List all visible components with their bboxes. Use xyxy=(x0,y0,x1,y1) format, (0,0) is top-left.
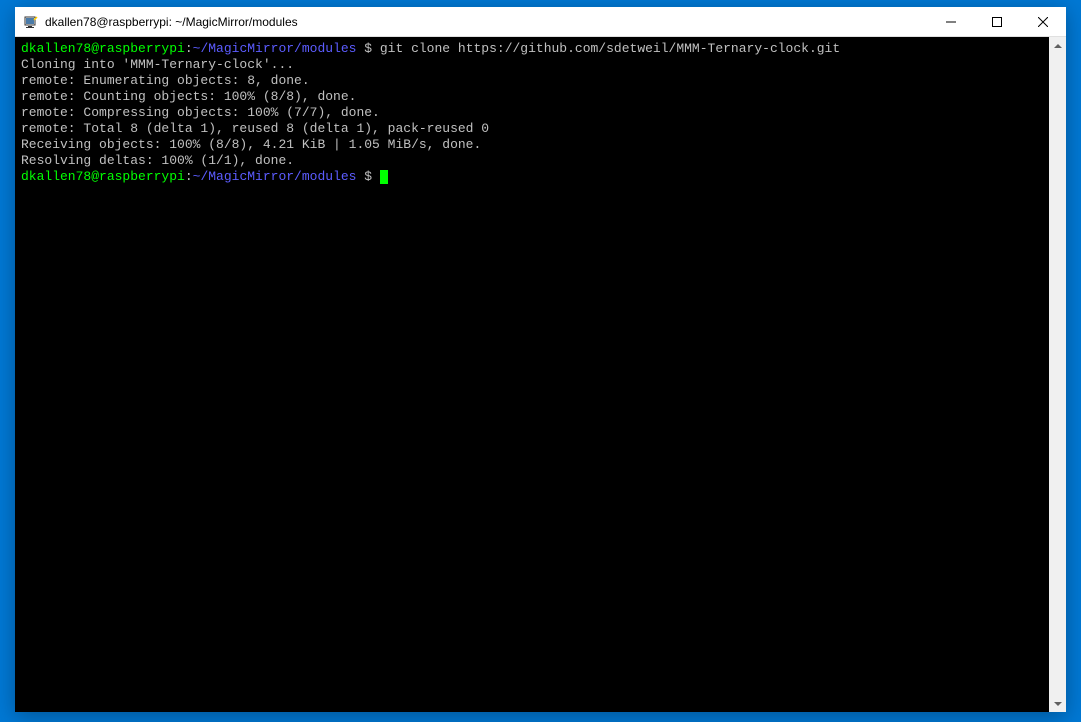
prompt-dollar: $ xyxy=(356,169,379,184)
command-text: git clone https://github.com/sdetweil/MM… xyxy=(380,41,840,56)
prompt-user: dkallen78@raspberrypi xyxy=(21,169,185,184)
output-line: Cloning into 'MMM-Ternary-clock'... xyxy=(21,57,1043,73)
prompt-dollar: $ xyxy=(356,41,379,56)
scrollbar-down-arrow[interactable] xyxy=(1049,695,1066,712)
prompt-line-1: dkallen78@raspberrypi:~/MagicMirror/modu… xyxy=(21,41,1043,57)
prompt-user: dkallen78@raspberrypi xyxy=(21,41,185,56)
terminal-container: dkallen78@raspberrypi:~/MagicMirror/modu… xyxy=(15,37,1066,712)
titlebar[interactable]: dkallen78@raspberrypi: ~/MagicMirror/mod… xyxy=(15,7,1066,37)
scrollbar-up-arrow[interactable] xyxy=(1049,37,1066,54)
prompt-line-2: dkallen78@raspberrypi:~/MagicMirror/modu… xyxy=(21,169,1043,185)
window-controls xyxy=(928,7,1066,36)
prompt-colon: : xyxy=(185,41,193,56)
prompt-path: ~/MagicMirror/modules xyxy=(193,169,357,184)
maximize-button[interactable] xyxy=(974,7,1020,36)
output-line: remote: Compressing objects: 100% (7/7),… xyxy=(21,105,1043,121)
window-title: dkallen78@raspberrypi: ~/MagicMirror/mod… xyxy=(45,15,928,29)
prompt-colon: : xyxy=(185,169,193,184)
scrollbar[interactable] xyxy=(1049,37,1066,712)
output-line: remote: Counting objects: 100% (8/8), do… xyxy=(21,89,1043,105)
close-button[interactable] xyxy=(1020,7,1066,36)
output-line: remote: Total 8 (delta 1), reused 8 (del… xyxy=(21,121,1043,137)
scrollbar-track[interactable] xyxy=(1049,54,1066,695)
output-line: Resolving deltas: 100% (1/1), done. xyxy=(21,153,1043,169)
cursor xyxy=(380,170,388,184)
prompt-path: ~/MagicMirror/modules xyxy=(193,41,357,56)
minimize-button[interactable] xyxy=(928,7,974,36)
putty-window: dkallen78@raspberrypi: ~/MagicMirror/mod… xyxy=(15,7,1066,712)
terminal[interactable]: dkallen78@raspberrypi:~/MagicMirror/modu… xyxy=(15,37,1049,712)
output-line: remote: Enumerating objects: 8, done. xyxy=(21,73,1043,89)
output-line: Receiving objects: 100% (8/8), 4.21 KiB … xyxy=(21,137,1043,153)
putty-icon xyxy=(23,14,39,30)
